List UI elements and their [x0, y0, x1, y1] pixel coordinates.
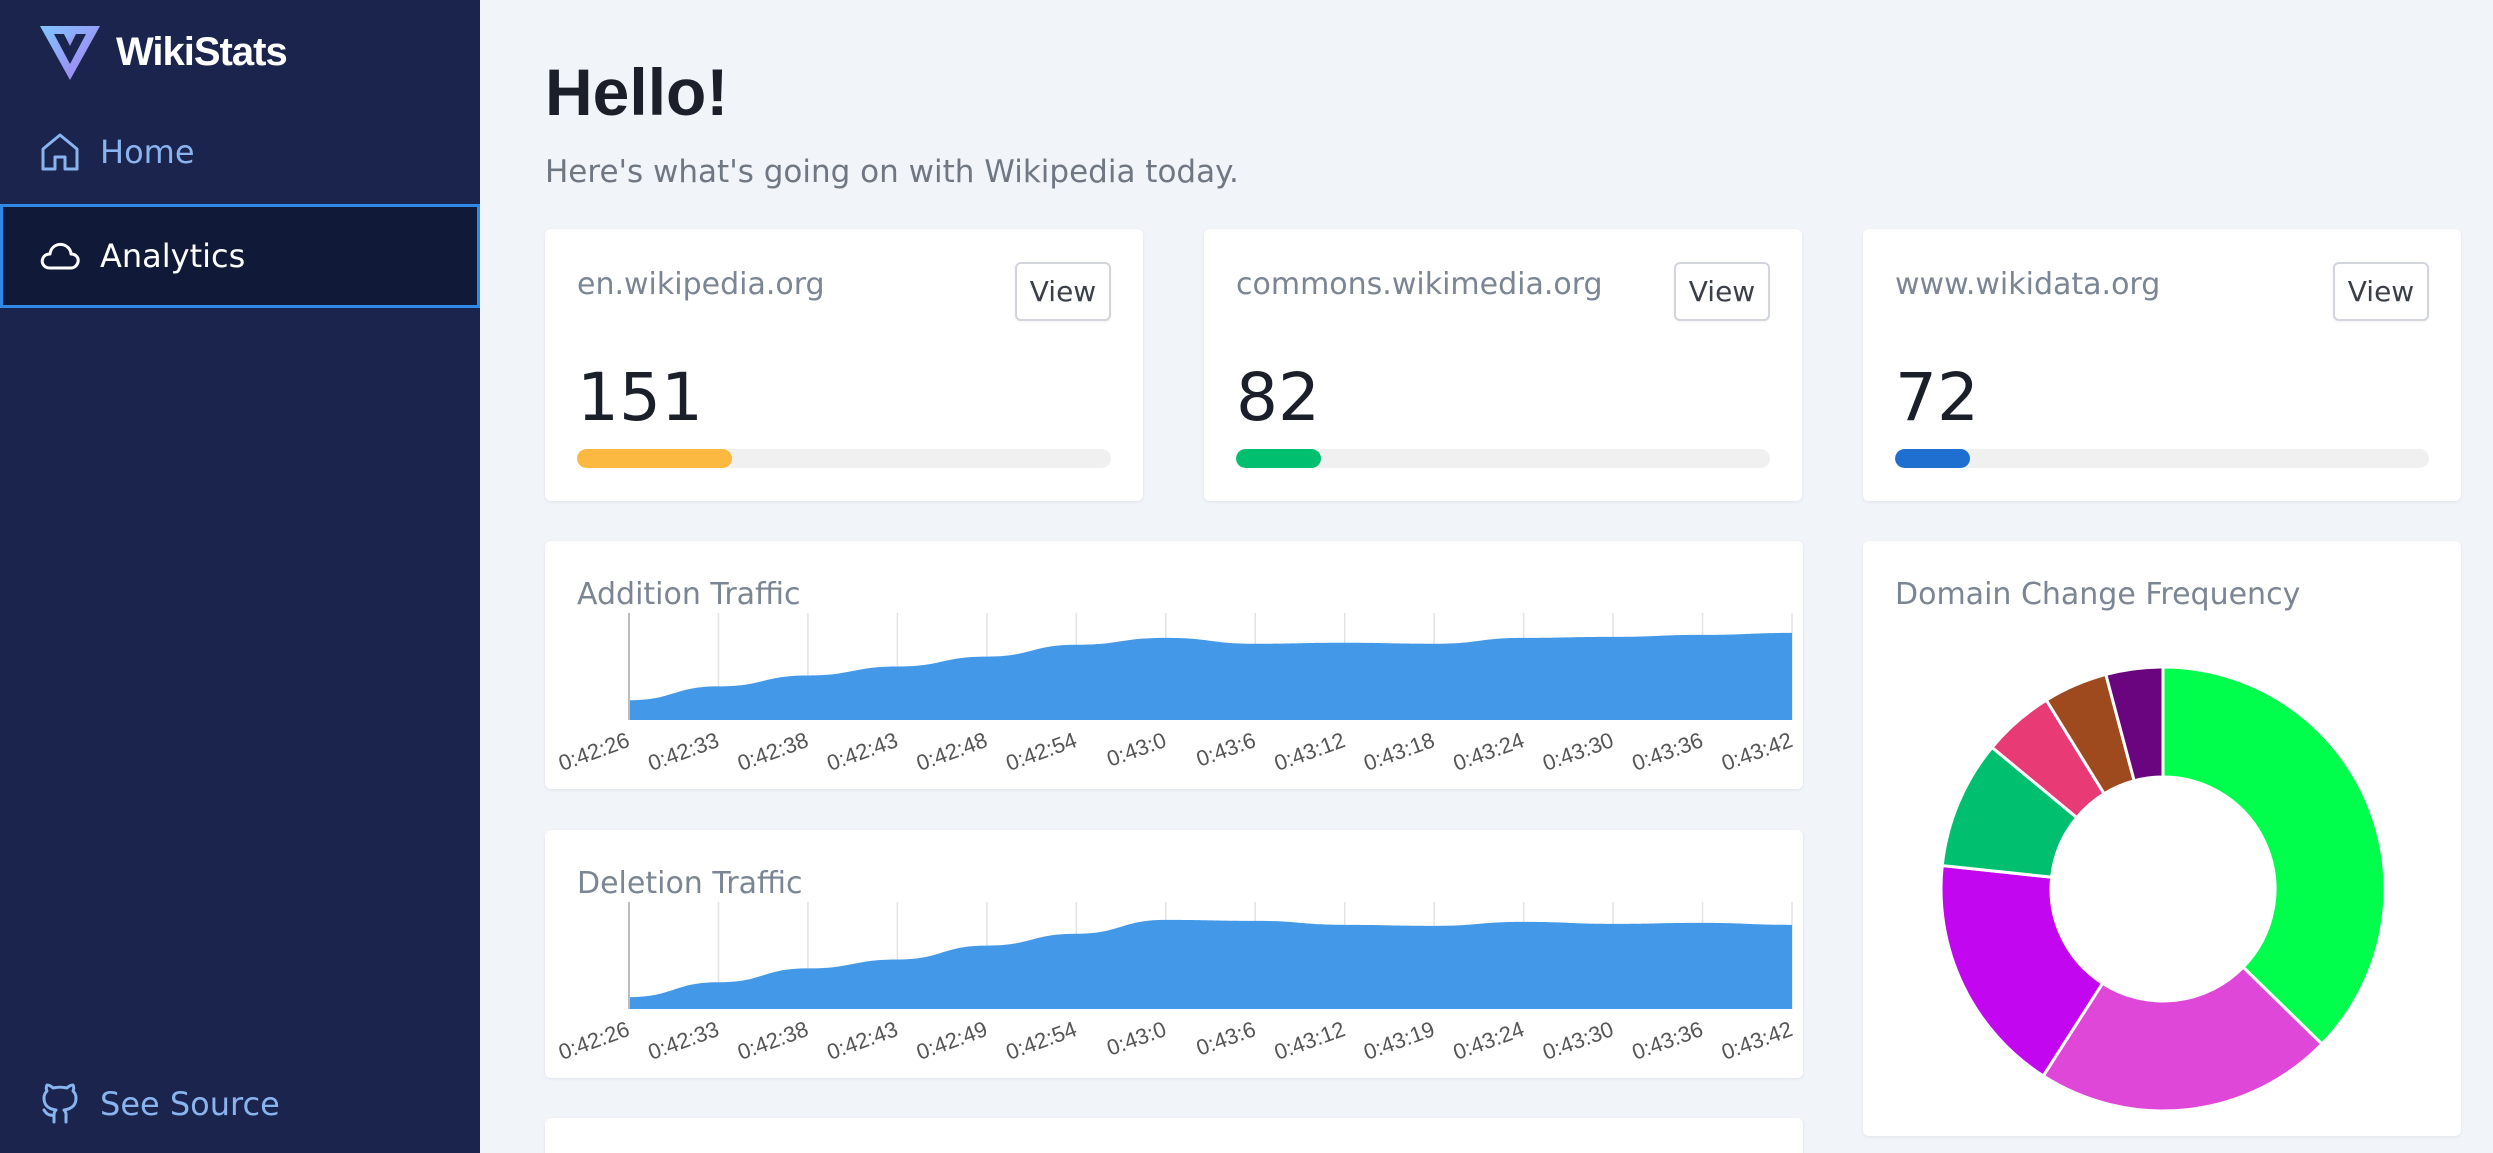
stat-card: commons.wikimedia.org View 82 — [1204, 229, 1802, 501]
x-tick-label: 0:42:54 — [1002, 727, 1080, 776]
stat-card: en.wikipedia.org View 151 — [545, 229, 1143, 501]
x-tick-label: 0:43:19 — [1360, 1016, 1438, 1065]
deletion-traffic-card: Deletion Traffic 0:42:26 0:42:33 0:42:38 0:… — [545, 830, 1803, 1078]
x-tick-label: 0:43:12 — [1271, 1016, 1349, 1065]
pie-slice — [2161, 665, 2387, 1047]
sidebar: WikiStats Home Analytics See Source — [0, 0, 480, 1153]
wikistats-logo-icon — [40, 26, 100, 80]
x-tick-label: 0:42:33 — [645, 727, 723, 776]
x-tick-label: 0:42:38 — [734, 727, 812, 776]
x-tick-label: 0:43:18 — [1360, 727, 1438, 776]
progress-fill — [1236, 449, 1322, 468]
x-tick-label: 0:43:30 — [1539, 727, 1617, 776]
x-tick-label: 0:42:26 — [555, 727, 633, 776]
view-button[interactable]: View — [1674, 262, 1770, 321]
x-tick-label: 0:42:54 — [1002, 1016, 1080, 1065]
x-tick-label: 0:43:24 — [1450, 1016, 1528, 1065]
x-tick-label: 0:43:6 — [1193, 727, 1259, 771]
stat-domain: www.wikidata.org — [1895, 267, 2161, 302]
x-tick-label: 0:42:33 — [645, 1016, 723, 1065]
deletion-traffic-chart: 0:42:26 0:42:33 0:42:38 0:42:43 0:42:49 0:42:… — [555, 902, 1796, 1065]
x-tick-label: 0:42:43 — [824, 727, 902, 776]
addition-traffic-card: Addition Traffic 0:42:26 0:42:33 0:42:38 0:… — [545, 541, 1803, 789]
x-tick-label: 0:43:30 — [1539, 1016, 1617, 1065]
progress-bar — [577, 449, 1111, 468]
stat-card: www.wikidata.org View 72 — [1863, 229, 2461, 501]
app: WikiStats Home Analytics See Source Hell… — [0, 0, 2493, 1153]
progress-bar — [1895, 449, 2429, 468]
progress-fill — [577, 449, 732, 468]
page-title: Hello! — [545, 55, 729, 129]
cloud-icon — [40, 242, 80, 270]
x-tick-label: 0:43:36 — [1629, 1016, 1707, 1065]
sidebar-item-label: See Source — [100, 1085, 280, 1123]
x-tick-label: 0:43:6 — [1193, 1016, 1259, 1060]
x-tick-label: 0:43:24 — [1450, 727, 1528, 776]
x-tick-label: 0:43:0 — [1103, 1016, 1169, 1060]
brand-name: WikiStats — [116, 29, 288, 74]
sidebar-item-label: Analytics — [100, 237, 246, 275]
stat-count: 151 — [577, 359, 703, 436]
x-tick-label: 0:43:12 — [1271, 727, 1349, 776]
stat-domain: commons.wikimedia.org — [1236, 267, 1603, 302]
sidebar-item-home[interactable]: Home — [0, 100, 480, 204]
x-tick-label: 0:43:36 — [1629, 727, 1707, 776]
domain-change-frequency-chart — [1939, 665, 2387, 1113]
page-subtitle: Here's what's going on with Wikipedia to… — [545, 154, 1239, 190]
stat-count: 82 — [1236, 359, 1320, 436]
bottom-card — [545, 1118, 1803, 1153]
stat-domain: en.wikipedia.org — [577, 267, 825, 302]
view-button[interactable]: View — [2333, 262, 2429, 321]
x-tick-label: 0:42:43 — [824, 1016, 902, 1065]
x-tick-label: 0:42:48 — [913, 727, 991, 776]
sidebar-item-see-source[interactable]: See Source — [0, 1052, 480, 1153]
x-tick-label: 0:43:42 — [1718, 1016, 1796, 1065]
home-icon — [41, 133, 79, 171]
area-series — [629, 632, 1792, 720]
x-tick-label: 0:42:49 — [913, 1016, 991, 1065]
x-tick-label: 0:43:0 — [1103, 727, 1169, 771]
progress-bar — [1236, 449, 1770, 468]
sidebar-item-analytics[interactable]: Analytics — [0, 204, 480, 308]
brand[interactable]: WikiStats — [38, 20, 288, 84]
stat-count: 72 — [1895, 359, 1979, 436]
area-series — [629, 919, 1792, 1009]
sidebar-item-label: Home — [100, 133, 195, 171]
addition-traffic-chart: 0:42:26 0:42:33 0:42:38 0:42:43 0:42:48 0:42:… — [555, 613, 1796, 776]
x-tick-label: 0:43:42 — [1718, 727, 1796, 776]
x-tick-label: 0:42:38 — [734, 1016, 812, 1065]
x-tick-label: 0:42:26 — [555, 1016, 633, 1065]
domain-change-frequency-card: Domain Change Frequency — [1863, 541, 2461, 1136]
github-icon — [42, 1083, 78, 1124]
progress-fill — [1895, 449, 1970, 468]
view-button[interactable]: View — [1015, 262, 1111, 321]
